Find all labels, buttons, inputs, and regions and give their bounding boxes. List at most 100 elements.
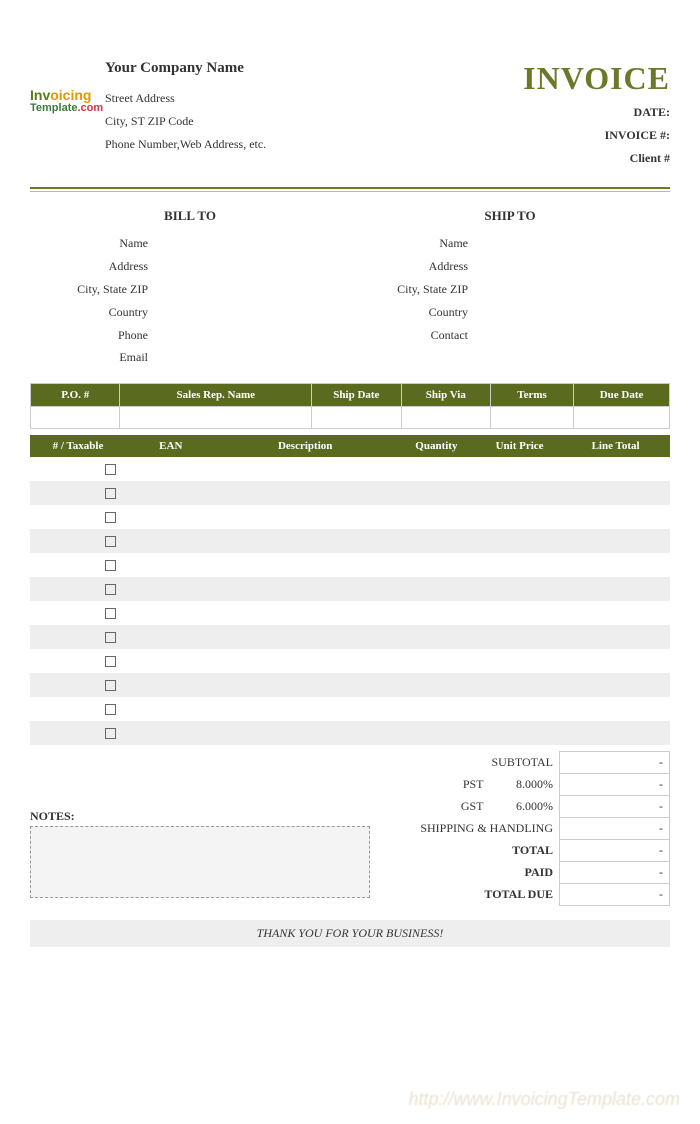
- address-section: BILL TO Name Address City, State ZIP Cou…: [30, 208, 670, 369]
- ean-cell[interactable]: [126, 457, 216, 481]
- unit-price-cell[interactable]: [478, 721, 561, 745]
- checkbox-icon[interactable]: [105, 536, 116, 547]
- logo-line2: Template.com: [30, 103, 105, 114]
- item-row: [30, 673, 670, 697]
- line-total-cell: [561, 649, 670, 673]
- quantity-cell[interactable]: [395, 529, 478, 553]
- bill-to-phone-label: Phone: [30, 324, 158, 347]
- company-contact: Phone Number,Web Address, etc.: [105, 133, 523, 156]
- checkbox-icon[interactable]: [105, 704, 116, 715]
- quantity-cell[interactable]: [395, 601, 478, 625]
- checkbox-icon[interactable]: [105, 488, 116, 499]
- taxable-cell[interactable]: [30, 505, 126, 529]
- quantity-cell[interactable]: [395, 649, 478, 673]
- taxable-cell[interactable]: [30, 553, 126, 577]
- taxable-cell[interactable]: [30, 529, 126, 553]
- ship-via-field[interactable]: [401, 407, 490, 429]
- totals-block: SUBTOTAL - PST 8.000% - GST 6.000% - SHI…: [382, 751, 670, 906]
- ean-cell[interactable]: [126, 601, 216, 625]
- checkbox-icon[interactable]: [105, 560, 116, 571]
- taxable-cell[interactable]: [30, 457, 126, 481]
- item-row: [30, 529, 670, 553]
- checkbox-icon[interactable]: [105, 584, 116, 595]
- taxable-cell[interactable]: [30, 625, 126, 649]
- terms-field[interactable]: [491, 407, 574, 429]
- unit-price-cell[interactable]: [478, 577, 561, 601]
- quantity-cell[interactable]: [395, 721, 478, 745]
- ean-cell[interactable]: [126, 625, 216, 649]
- checkbox-icon[interactable]: [105, 512, 116, 523]
- description-cell[interactable]: [216, 457, 395, 481]
- quantity-cell[interactable]: [395, 625, 478, 649]
- ean-cell[interactable]: [126, 721, 216, 745]
- description-cell[interactable]: [216, 601, 395, 625]
- unit-price-cell[interactable]: [478, 505, 561, 529]
- ean-cell[interactable]: [126, 673, 216, 697]
- checkbox-icon[interactable]: [105, 656, 116, 667]
- unit-price-cell[interactable]: [478, 649, 561, 673]
- unit-price-cell[interactable]: [478, 601, 561, 625]
- taxable-cell[interactable]: [30, 481, 126, 505]
- notes-field[interactable]: [30, 826, 370, 898]
- checkbox-icon[interactable]: [105, 608, 116, 619]
- unit-price-cell[interactable]: [478, 697, 561, 721]
- col-ship-via: Ship Via: [401, 384, 490, 407]
- unit-price-cell[interactable]: [478, 553, 561, 577]
- quantity-cell[interactable]: [395, 553, 478, 577]
- po-field[interactable]: [31, 407, 120, 429]
- quantity-cell[interactable]: [395, 457, 478, 481]
- checkbox-icon[interactable]: [105, 680, 116, 691]
- bill-to-name-label: Name: [30, 232, 158, 255]
- ean-cell[interactable]: [126, 553, 216, 577]
- taxable-cell[interactable]: [30, 649, 126, 673]
- col-po: P.O. #: [31, 384, 120, 407]
- checkbox-icon[interactable]: [105, 632, 116, 643]
- col-description: Description: [216, 435, 395, 457]
- ean-cell[interactable]: [126, 577, 216, 601]
- shipping-value: -: [560, 818, 670, 840]
- ean-cell[interactable]: [126, 697, 216, 721]
- total-value: -: [560, 840, 670, 862]
- description-cell[interactable]: [216, 697, 395, 721]
- taxable-cell[interactable]: [30, 577, 126, 601]
- description-cell[interactable]: [216, 673, 395, 697]
- company-name: Your Company Name: [105, 60, 523, 77]
- ean-cell[interactable]: [126, 505, 216, 529]
- description-cell[interactable]: [216, 505, 395, 529]
- checkbox-icon[interactable]: [105, 464, 116, 475]
- unit-price-cell[interactable]: [478, 481, 561, 505]
- unit-price-cell[interactable]: [478, 625, 561, 649]
- ean-cell[interactable]: [126, 481, 216, 505]
- taxable-cell[interactable]: [30, 601, 126, 625]
- description-cell[interactable]: [216, 553, 395, 577]
- ship-to-name-label: Name: [350, 232, 478, 255]
- gst-rate: 6.000%: [490, 796, 560, 818]
- quantity-cell[interactable]: [395, 673, 478, 697]
- description-cell[interactable]: [216, 625, 395, 649]
- description-cell[interactable]: [216, 481, 395, 505]
- taxable-cell[interactable]: [30, 721, 126, 745]
- taxable-cell[interactable]: [30, 697, 126, 721]
- sales-rep-field[interactable]: [120, 407, 312, 429]
- description-cell[interactable]: [216, 529, 395, 553]
- ship-date-field[interactable]: [312, 407, 401, 429]
- ean-cell[interactable]: [126, 529, 216, 553]
- line-total-cell: [561, 529, 670, 553]
- checkbox-icon[interactable]: [105, 728, 116, 739]
- description-cell[interactable]: [216, 577, 395, 601]
- notes-label: NOTES:: [30, 809, 370, 824]
- quantity-cell[interactable]: [395, 697, 478, 721]
- quantity-cell[interactable]: [395, 505, 478, 529]
- taxable-cell[interactable]: [30, 673, 126, 697]
- unit-price-cell[interactable]: [478, 673, 561, 697]
- description-cell[interactable]: [216, 649, 395, 673]
- quantity-cell[interactable]: [395, 481, 478, 505]
- description-cell[interactable]: [216, 721, 395, 745]
- item-row: [30, 625, 670, 649]
- due-date-field[interactable]: [574, 407, 670, 429]
- quantity-cell[interactable]: [395, 577, 478, 601]
- order-meta-value-row: [31, 407, 670, 429]
- unit-price-cell[interactable]: [478, 529, 561, 553]
- ean-cell[interactable]: [126, 649, 216, 673]
- unit-price-cell[interactable]: [478, 457, 561, 481]
